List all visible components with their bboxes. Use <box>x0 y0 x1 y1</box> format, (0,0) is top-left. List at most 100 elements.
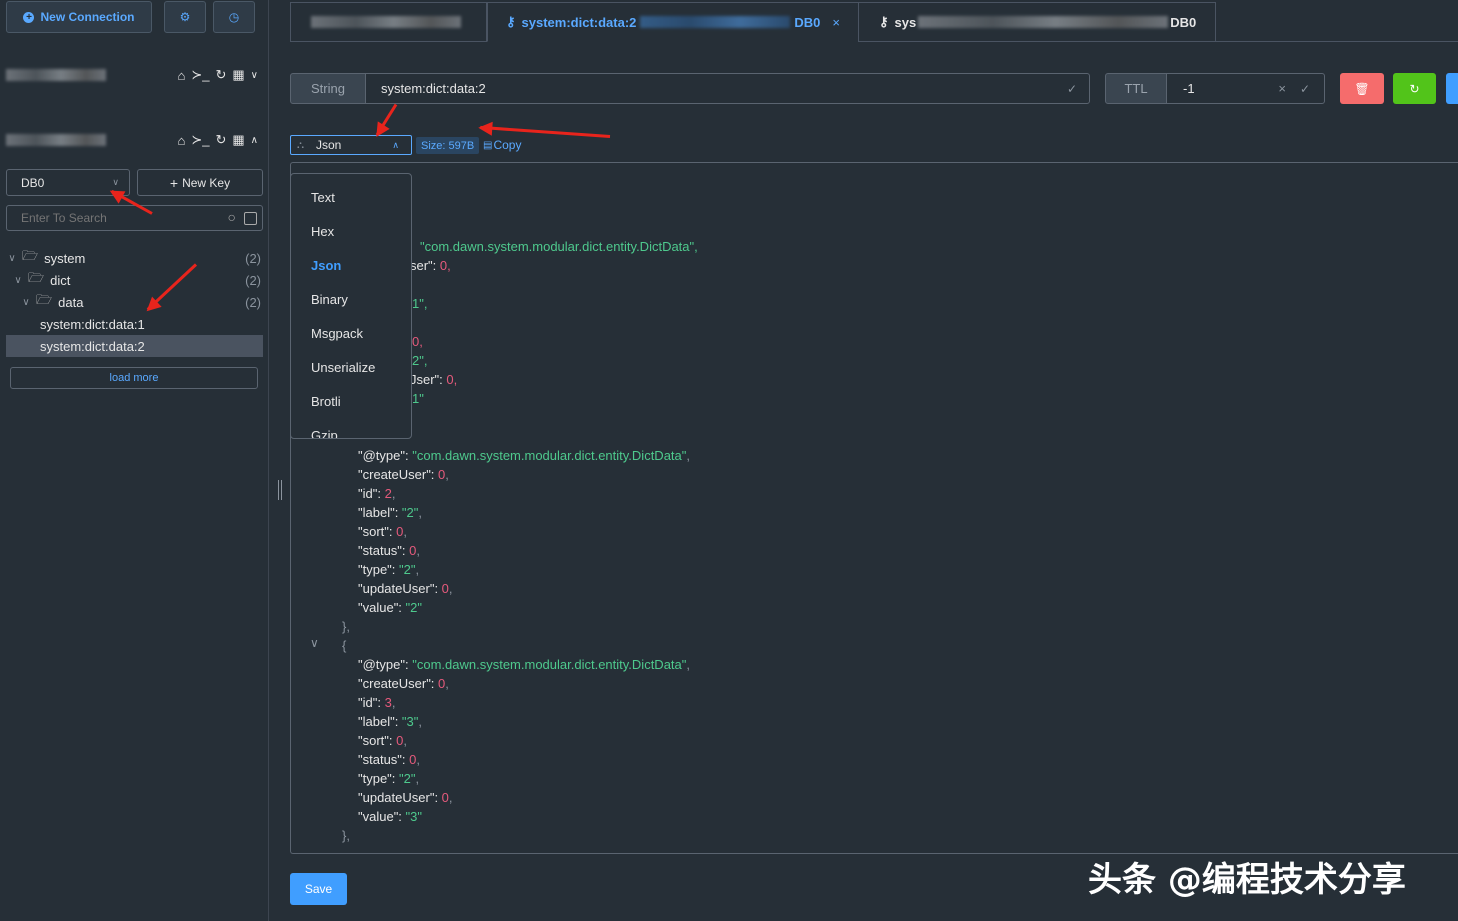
tree-count: (2) <box>245 272 261 288</box>
tree-folder-system[interactable]: ∨ 🗁 system (2) <box>6 247 263 269</box>
json-line: "com.dawn.system.modular.dict.entity.Dic… <box>420 239 698 254</box>
settings-button[interactable]: ⚙ <box>164 1 206 33</box>
json-line: }, <box>342 828 350 843</box>
format-option-text[interactable]: Text <box>291 180 411 214</box>
format-option-brotli[interactable]: Brotli <box>291 384 411 418</box>
plus-icon: + <box>169 174 179 191</box>
terminal-icon[interactable]: ≻_ <box>191 132 209 148</box>
size-badge: Size: 597B <box>416 137 480 154</box>
more-button[interactable] <box>1446 73 1458 104</box>
trash-icon: 🗑 <box>1354 81 1370 96</box>
save-label: Save <box>304 882 333 896</box>
format-option-json[interactable]: Json <box>291 248 411 282</box>
chevron-down-icon[interactable]: ∨ <box>251 70 258 81</box>
json-line: "@type": "com.dawn.system.modular.dict.e… <box>358 657 691 672</box>
format-option-gzip[interactable]: Gzip <box>291 418 411 439</box>
json-line: "sort": 0, <box>358 733 407 748</box>
format-option-unserialize[interactable]: Unserialize <box>291 350 411 384</box>
plus-circle-icon: + <box>23 11 35 23</box>
key-name-input[interactable]: system:dict:data:2 ✓ <box>365 73 1090 104</box>
refresh-icon[interactable]: ↻ <box>215 67 226 83</box>
tab-bar-line <box>1216 41 1458 42</box>
check-icon[interactable]: ✓ <box>1067 82 1077 96</box>
connection-item[interactable]: ⌂ ≻_ ↻ ▦ ∨ <box>6 63 262 87</box>
grid-icon[interactable]: ▦ <box>232 67 244 83</box>
format-option-binary[interactable]: Binary <box>291 282 411 316</box>
home-icon[interactable]: ⌂ <box>177 68 185 83</box>
json-line: 0, <box>412 334 423 349</box>
json-line: "sort": 0, <box>358 524 407 539</box>
chevron-down-icon: ∨ <box>8 252 16 264</box>
json-line: "status": 0, <box>358 752 420 767</box>
json-line: ser": 0, <box>410 258 451 273</box>
tree-key-item[interactable]: system:dict:data:1 <box>6 313 263 335</box>
json-line: "value": "3" <box>358 809 422 824</box>
delete-button[interactable]: 🗑 <box>1340 73 1384 104</box>
tab-item[interactable]: ⚷ sys DB0 <box>858 2 1216 42</box>
sidebar: + New Connection ⚙ ◷ ⌂ ≻_ ↻ ▦ ∨ ⌂ ≻_ ↻ ▦… <box>0 0 269 921</box>
ttl-label: TTL <box>1105 73 1167 104</box>
history-button[interactable]: ◷ <box>213 1 255 33</box>
json-line: "label": "2", <box>358 505 423 520</box>
format-option-msgpack[interactable]: Msgpack <box>291 316 411 350</box>
tree-folder-data[interactable]: ∨ 🗁 data (2) <box>6 291 263 313</box>
tab-label-redacted <box>640 16 791 28</box>
tab-active[interactable]: ⚷ system:dict:data:2 DB0 × <box>487 2 859 42</box>
search-icon[interactable]: ○ <box>228 209 236 225</box>
clear-icon[interactable]: × <box>1278 81 1286 96</box>
connection-name-redacted <box>6 69 106 81</box>
json-line: "type": "2", <box>358 562 420 577</box>
search-box: ○ <box>6 205 263 231</box>
folder-open-icon: 🗁 <box>36 292 53 307</box>
exact-match-checkbox[interactable] <box>244 212 257 225</box>
terminal-icon[interactable]: ≻_ <box>191 67 209 83</box>
grid-icon[interactable]: ▦ <box>232 132 244 148</box>
key-type-label: String <box>290 73 366 104</box>
refresh-icon: ↻ <box>1409 81 1420 96</box>
json-line: }, <box>342 619 350 634</box>
format-dropdown-menu: Text Hex Json Binary Msgpack Unserialize… <box>290 173 412 439</box>
ttl-input[interactable]: -1 × ✓ <box>1166 73 1325 104</box>
format-select-value: Json <box>316 138 342 152</box>
search-input[interactable] <box>7 211 207 225</box>
new-key-label: New Key <box>182 175 231 190</box>
check-icon[interactable]: ✓ <box>1300 82 1310 96</box>
load-more-button[interactable]: load more <box>10 367 258 389</box>
clock-icon: ◷ <box>228 10 240 24</box>
tree-key-label: system:dict:data:2 <box>40 338 145 354</box>
json-line: "createUser": 0, <box>358 676 449 691</box>
chevron-down-icon: ∨ <box>22 296 30 308</box>
tree-folder-dict[interactable]: ∨ 🗁 dict (2) <box>6 269 263 291</box>
tab-item[interactable] <box>290 2 487 42</box>
new-connection-button[interactable]: + New Connection <box>6 1 152 33</box>
copy-icon: ▤ <box>483 139 493 151</box>
json-line: "label": "3", <box>358 714 423 729</box>
json-line: "@type": "com.dawn.system.modular.dict.e… <box>358 448 691 463</box>
chevron-up-icon[interactable]: ∧ <box>251 135 258 146</box>
json-line: "status": 0, <box>358 543 420 558</box>
copy-button[interactable]: ▤ Copy <box>483 138 521 152</box>
watermark-text: 头条 @编程技术分享 <box>1088 860 1406 900</box>
tree-key-item-selected[interactable]: system:dict:data:2 <box>6 335 263 357</box>
save-button[interactable]: Save <box>290 873 347 905</box>
json-line: 2", <box>412 353 428 368</box>
connection-name-redacted <box>6 134 106 146</box>
refresh-button[interactable]: ↻ <box>1393 73 1436 104</box>
fold-chevron-icon[interactable]: ∨ <box>310 636 319 650</box>
tab-label: system:dict:data:2 <box>521 14 637 30</box>
json-line: 1" <box>412 391 424 406</box>
json-line: "type": "2", <box>358 771 420 786</box>
format-select[interactable]: ⛬ Json ∧ <box>290 135 412 155</box>
home-icon[interactable]: ⌂ <box>177 133 185 148</box>
tab-label-redacted <box>918 16 1169 28</box>
tab-label-redacted <box>311 16 461 28</box>
tree-label: system <box>44 250 86 266</box>
close-icon[interactable]: × <box>832 15 840 30</box>
json-line: 1", <box>412 296 428 311</box>
chevron-down-icon: ∨ <box>14 274 22 286</box>
format-option-hex[interactable]: Hex <box>291 214 411 248</box>
connection-item[interactable]: ⌂ ≻_ ↻ ▦ ∧ <box>6 128 262 152</box>
value-editor[interactable] <box>290 162 1458 854</box>
new-key-button[interactable]: + New Key <box>137 169 263 196</box>
refresh-icon[interactable]: ↻ <box>215 132 226 148</box>
